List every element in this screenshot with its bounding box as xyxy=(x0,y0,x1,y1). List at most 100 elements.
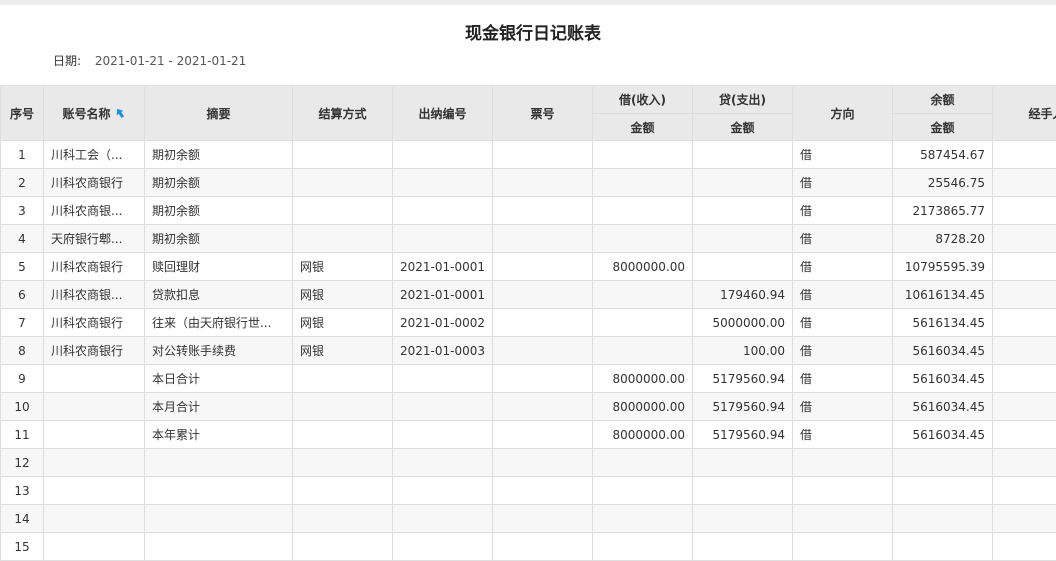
cell-account[interactable]: 天府银行郫... xyxy=(44,225,145,253)
cell-debit[interactable]: 8000000.00 xyxy=(593,421,693,449)
cell-balance[interactable]: 2173865.77 xyxy=(893,197,993,225)
cell-direction[interactable]: 借 xyxy=(793,197,893,225)
cell-credit[interactable]: 5000000.00 xyxy=(693,309,793,337)
cell-ticket-no[interactable] xyxy=(493,309,593,337)
cell-credit[interactable]: 179460.94 xyxy=(693,281,793,309)
cell-seq[interactable]: 9 xyxy=(1,365,44,393)
cell-handler[interactable] xyxy=(993,505,1056,533)
cell-debit[interactable] xyxy=(593,197,693,225)
table-row[interactable]: 8川科农商银行对公转账手续费网银2021-01-0003100.00借56160… xyxy=(1,337,1056,365)
cell-balance[interactable]: 5616134.45 xyxy=(893,309,993,337)
cell-direction[interactable]: 借 xyxy=(793,141,893,169)
cell-account[interactable] xyxy=(44,365,145,393)
table-row[interactable]: 14 xyxy=(1,505,1056,533)
sort-icon[interactable] xyxy=(114,107,126,122)
cell-handler[interactable] xyxy=(993,309,1056,337)
cell-summary[interactable]: 本日合计 xyxy=(145,365,293,393)
cell-cashier-no[interactable]: 2021-01-0001 xyxy=(393,253,493,281)
cell-balance[interactable]: 10795595.39 xyxy=(893,253,993,281)
cell-debit[interactable]: 8000000.00 xyxy=(593,365,693,393)
cell-balance[interactable]: 587454.67 xyxy=(893,141,993,169)
cell-settlement[interactable]: 网银 xyxy=(293,281,393,309)
cell-summary[interactable] xyxy=(145,477,293,505)
cell-summary[interactable]: 期初余额 xyxy=(145,225,293,253)
cell-account[interactable] xyxy=(44,477,145,505)
cell-direction[interactable]: 借 xyxy=(793,225,893,253)
cell-seq[interactable]: 13 xyxy=(1,477,44,505)
cell-settlement[interactable] xyxy=(293,365,393,393)
cell-balance[interactable]: 5616034.45 xyxy=(893,365,993,393)
cell-debit[interactable] xyxy=(593,169,693,197)
cell-handler[interactable] xyxy=(993,169,1056,197)
cell-debit[interactable] xyxy=(593,477,693,505)
cell-credit[interactable]: 100.00 xyxy=(693,337,793,365)
table-row[interactable]: 15 xyxy=(1,533,1056,561)
cell-ticket-no[interactable] xyxy=(493,197,593,225)
table-row[interactable]: 9本日合计8000000.005179560.94借5616034.45 xyxy=(1,365,1056,393)
cell-credit[interactable] xyxy=(693,505,793,533)
table-row[interactable]: 4天府银行郫...期初余额借8728.20 xyxy=(1,225,1056,253)
cell-account[interactable]: 川科农商银行 xyxy=(44,337,145,365)
cell-debit[interactable]: 8000000.00 xyxy=(593,393,693,421)
col-direction-header[interactable]: 方向 xyxy=(793,86,893,141)
cell-ticket-no[interactable] xyxy=(493,393,593,421)
table-row[interactable]: 12 xyxy=(1,449,1056,477)
cell-summary[interactable]: 期初余额 xyxy=(145,169,293,197)
cell-direction[interactable]: 借 xyxy=(793,281,893,309)
cell-summary[interactable]: 赎回理财 xyxy=(145,253,293,281)
cell-debit[interactable] xyxy=(593,337,693,365)
cell-settlement[interactable] xyxy=(293,477,393,505)
cell-account[interactable] xyxy=(44,393,145,421)
cell-ticket-no[interactable] xyxy=(493,281,593,309)
cell-account[interactable]: 川科农商银... xyxy=(44,281,145,309)
cell-handler[interactable] xyxy=(993,449,1056,477)
cell-settlement[interactable]: 网银 xyxy=(293,253,393,281)
col-summary-header[interactable]: 摘要 xyxy=(145,86,293,141)
cell-credit[interactable]: 5179560.94 xyxy=(693,421,793,449)
cell-handler[interactable] xyxy=(993,533,1056,561)
cell-credit[interactable] xyxy=(693,141,793,169)
cell-handler[interactable] xyxy=(993,477,1056,505)
cell-credit[interactable] xyxy=(693,449,793,477)
cell-seq[interactable]: 11 xyxy=(1,421,44,449)
cell-ticket-no[interactable] xyxy=(493,477,593,505)
table-row[interactable]: 6川科农商银...贷款扣息网银2021-01-0001179460.94借106… xyxy=(1,281,1056,309)
cell-cashier-no[interactable] xyxy=(393,365,493,393)
cell-ticket-no[interactable] xyxy=(493,421,593,449)
cell-cashier-no[interactable]: 2021-01-0001 xyxy=(393,281,493,309)
cell-seq[interactable]: 14 xyxy=(1,505,44,533)
cell-cashier-no[interactable] xyxy=(393,477,493,505)
cell-handler[interactable] xyxy=(993,225,1056,253)
table-row[interactable]: 3川科农商银...期初余额借2173865.77 xyxy=(1,197,1056,225)
cell-direction[interactable]: 借 xyxy=(793,421,893,449)
cell-direction[interactable]: 借 xyxy=(793,169,893,197)
cell-ticket-no[interactable] xyxy=(493,169,593,197)
cell-account[interactable] xyxy=(44,421,145,449)
cell-handler[interactable] xyxy=(993,337,1056,365)
cell-ticket-no[interactable] xyxy=(493,225,593,253)
col-credit-amount-header[interactable]: 金额 xyxy=(693,114,793,141)
cell-direction[interactable]: 借 xyxy=(793,337,893,365)
col-seq-header[interactable]: 序号 xyxy=(1,86,44,141)
cell-settlement[interactable]: 网银 xyxy=(293,337,393,365)
cell-credit[interactable]: 5179560.94 xyxy=(693,393,793,421)
cell-direction[interactable] xyxy=(793,477,893,505)
cell-debit[interactable] xyxy=(593,309,693,337)
cell-credit[interactable] xyxy=(693,225,793,253)
cell-seq[interactable]: 7 xyxy=(1,309,44,337)
cell-seq[interactable]: 1 xyxy=(1,141,44,169)
cell-account[interactable] xyxy=(44,449,145,477)
cell-debit[interactable] xyxy=(593,449,693,477)
cell-settlement[interactable] xyxy=(293,169,393,197)
cell-settlement[interactable] xyxy=(293,197,393,225)
cell-cashier-no[interactable] xyxy=(393,393,493,421)
cell-credit[interactable]: 5179560.94 xyxy=(693,365,793,393)
cell-cashier-no[interactable] xyxy=(393,169,493,197)
cell-account[interactable] xyxy=(44,505,145,533)
cell-settlement[interactable] xyxy=(293,449,393,477)
cell-seq[interactable]: 6 xyxy=(1,281,44,309)
cell-balance[interactable]: 5616034.45 xyxy=(893,337,993,365)
cell-seq[interactable]: 15 xyxy=(1,533,44,561)
cell-settlement[interactable] xyxy=(293,225,393,253)
cell-balance[interactable]: 25546.75 xyxy=(893,169,993,197)
